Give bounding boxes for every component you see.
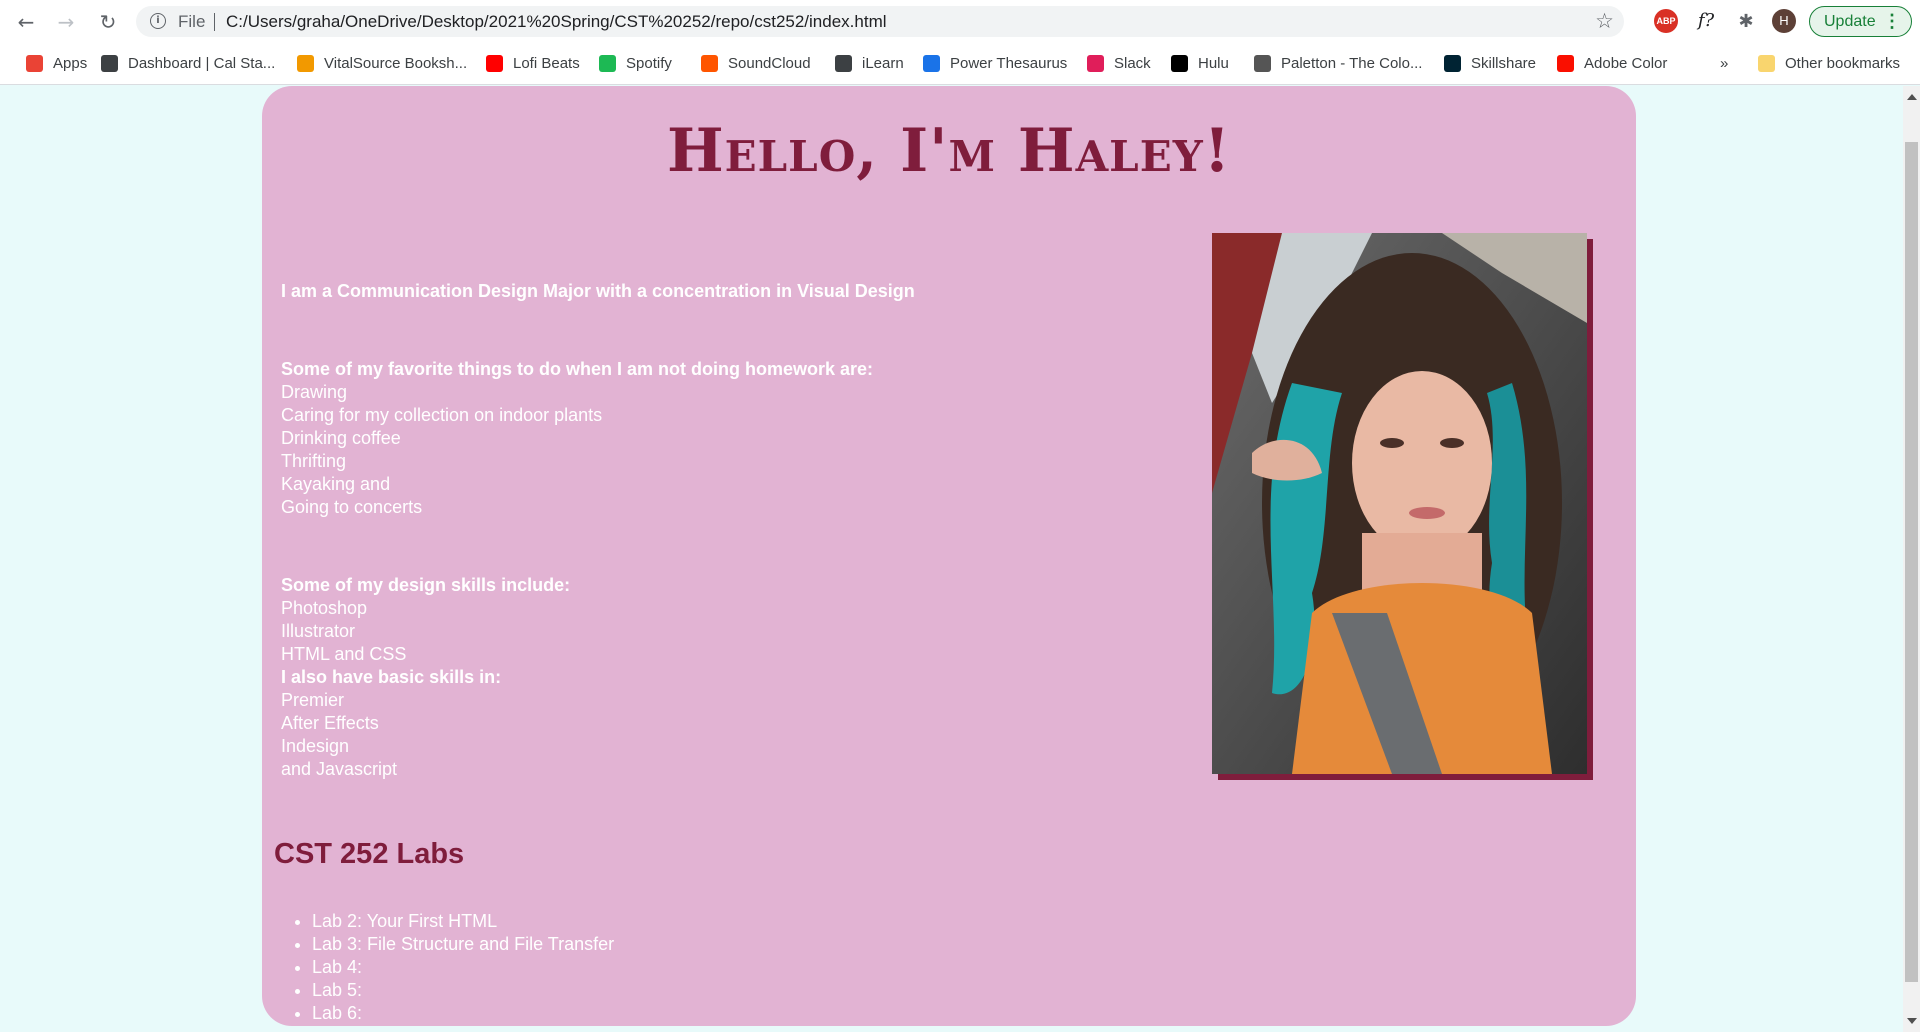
vitalsource-icon <box>297 54 314 72</box>
page-scrollbar[interactable] <box>1903 86 1920 1032</box>
slack-icon <box>1087 54 1104 72</box>
labs-heading: CST 252 Labs <box>274 838 465 870</box>
bookmark-label: Apps <box>53 54 88 72</box>
bookmark-label: Hulu <box>1198 54 1229 72</box>
bookmark-item[interactable]: Adobe Color <box>1557 51 1667 75</box>
bookmark-item[interactable]: Spotify <box>599 51 672 75</box>
bookmark-item[interactable]: Lofi Beats <box>486 51 580 75</box>
bookmark-item[interactable]: SoundCloud <box>701 51 811 75</box>
scroll-thumb[interactable] <box>1905 142 1918 982</box>
apps-grid-icon <box>26 54 43 72</box>
bookmark-label: Lofi Beats <box>513 54 580 72</box>
bookmark-item[interactable]: Skillshare <box>1444 51 1536 75</box>
intro-text: I am a Communication Design Major with a… <box>281 280 915 303</box>
favorites-section: Some of my favorite things to do when I … <box>281 358 873 519</box>
favorite-item: Going to concerts <box>281 497 423 517</box>
url-separator <box>214 13 215 31</box>
overflow-label: » <box>1720 54 1729 72</box>
bookmark-item[interactable]: Apps <box>26 51 87 75</box>
scroll-down-arrow-icon[interactable] <box>1907 1018 1917 1024</box>
basic-skill-item: After Effects <box>281 713 379 733</box>
content-card: Hello, I'm Haley! I am a Communication D… <box>262 86 1636 1026</box>
bookmark-label: Spotify <box>626 54 672 72</box>
browser-chrome: ← → ↻ i File C:/Users/graha/OneDrive/Des… <box>0 0 1920 85</box>
bookmark-label: VitalSource Booksh... <box>324 54 468 72</box>
bookmark-label: Power Thesaurus <box>950 54 1068 72</box>
bookmarks-bar: » Other bookmarks Apps Dashboard | Cal St… <box>0 47 1920 77</box>
address-bar[interactable]: i File C:/Users/graha/OneDrive/Desktop/2… <box>136 6 1624 37</box>
favorite-item: Caring for my collection on indoor plant… <box>281 405 603 425</box>
lab-link-5[interactable]: Lab 5: <box>312 979 614 1002</box>
hulu-icon <box>1171 54 1188 72</box>
labs-list: Lab 2: Your First HTML Lab 3: File Struc… <box>312 910 614 1025</box>
skill-item: Illustrator <box>281 621 356 641</box>
other-bookmarks-folder[interactable]: Other bookmarks <box>1758 51 1900 75</box>
favorite-item: Drawing <box>281 382 348 402</box>
basic-skills-heading: I also have basic skills in: <box>281 667 502 687</box>
portrait-illustration <box>1212 233 1587 774</box>
bookmark-label: SoundCloud <box>728 54 811 72</box>
bookmark-item[interactable]: Slack <box>1087 51 1151 75</box>
power-thesaurus-icon <box>923 54 940 72</box>
favorites-heading: Some of my favorite things to do when I … <box>281 359 874 379</box>
skills-section: Some of my design skills include: Photos… <box>281 574 570 781</box>
bookmark-label: Dashboard | Cal Sta... <box>128 54 276 72</box>
basic-skill-item: and Javascript <box>281 759 398 779</box>
lab-link-6[interactable]: Lab 6: <box>312 1002 614 1025</box>
bookmark-star-icon[interactable]: ☆ <box>1595 9 1614 33</box>
url-text[interactable]: C:/Users/graha/OneDrive/Desktop/2021%20S… <box>226 12 887 32</box>
forward-arrow-icon[interactable]: → <box>54 10 78 34</box>
canvas-icon <box>835 54 852 72</box>
scroll-up-arrow-icon[interactable] <box>1907 94 1917 100</box>
folder-icon <box>1758 54 1775 72</box>
bookmark-label: iLearn <box>862 54 904 72</box>
bookmark-item[interactable]: Power Thesaurus <box>923 51 1067 75</box>
extensions-puzzle-icon[interactable]: ✱ <box>1734 9 1758 33</box>
canvas-icon <box>101 54 118 72</box>
bookmark-item[interactable]: iLearn <box>835 51 904 75</box>
skillshare-icon <box>1444 54 1461 72</box>
back-arrow-icon[interactable]: ← <box>14 10 38 34</box>
more-menu-icon[interactable]: ⋮ <box>1883 7 1901 36</box>
url-scheme-label: File <box>178 12 206 31</box>
basic-skill-item: Premier <box>281 690 345 710</box>
bookmark-item[interactable]: VitalSource Booksh... <box>297 51 467 75</box>
spotify-icon <box>599 54 616 72</box>
favorite-item: Kayaking and <box>281 474 391 494</box>
page-title: Hello, I'm Haley! <box>666 116 1232 186</box>
basic-skill-item: Indesign <box>281 736 350 756</box>
bookmarks-overflow-button[interactable]: » <box>1720 51 1728 75</box>
soundcloud-icon <box>701 54 718 72</box>
bookmark-item[interactable]: Hulu <box>1171 51 1229 75</box>
other-bookmarks-label: Other bookmarks <box>1785 54 1901 72</box>
adblock-icon[interactable]: ABP <box>1654 9 1678 33</box>
lab-link-2[interactable]: Lab 2: Your First HTML <box>312 910 614 933</box>
favorite-item: Drinking coffee <box>281 428 401 448</box>
favorite-item: Thrifting <box>281 451 347 471</box>
bookmark-label: Slack <box>1114 54 1151 72</box>
font-extension-icon[interactable]: f? <box>1694 9 1718 33</box>
update-button[interactable]: Update ⋮ <box>1809 6 1912 37</box>
bookmark-label: Paletton - The Colo... <box>1281 54 1423 72</box>
skill-item: Photoshop <box>281 598 368 618</box>
bookmark-label: Skillshare <box>1471 54 1537 72</box>
adobe-icon <box>1557 54 1574 72</box>
info-icon[interactable]: i <box>150 13 166 29</box>
lab-link-4[interactable]: Lab 4: <box>312 956 614 979</box>
skills-heading: Some of my design skills include: <box>281 575 571 595</box>
profile-photo <box>1212 233 1587 774</box>
bookmark-item[interactable]: Dashboard | Cal Sta... <box>101 51 275 75</box>
youtube-icon <box>486 54 503 72</box>
paletton-icon <box>1254 54 1271 72</box>
browser-toolbar: ← → ↻ i File C:/Users/graha/OneDrive/Des… <box>0 0 1920 43</box>
bookmark-label: Adobe Color <box>1584 54 1668 72</box>
bookmark-item[interactable]: Paletton - The Colo... <box>1254 51 1422 75</box>
intro-line: I am a Communication Design Major with a… <box>281 281 915 301</box>
update-label: Update <box>1824 13 1876 30</box>
lab-link-3[interactable]: Lab 3: File Structure and File Transfer <box>312 933 614 956</box>
reload-icon[interactable]: ↻ <box>96 10 120 34</box>
profile-avatar[interactable]: H <box>1772 9 1796 33</box>
skill-item: HTML and CSS <box>281 644 407 664</box>
